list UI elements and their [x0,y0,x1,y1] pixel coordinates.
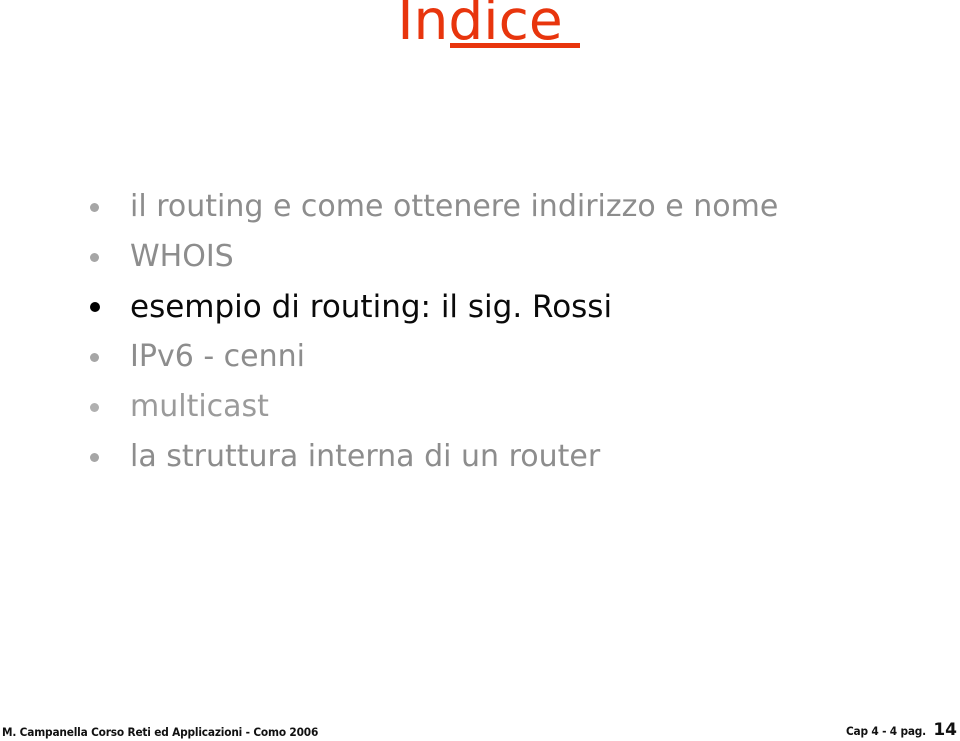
list-item: la struttura interna di un router [88,436,918,486]
list-item-label: IPv6 - cenni [130,339,305,374]
footer-attribution: M. Campanella Corso Reti ed Applicazioni… [2,725,319,739]
list-item-label: WHOIS [130,239,234,274]
list-item-label: la struttura interna di un router [130,439,601,474]
footer-chapter-label: Cap 4 - 4 pag. [846,724,927,738]
bullet-dot-icon [88,386,130,428]
title-underline-rule [450,43,580,48]
footer-page-number: 14 [933,720,957,740]
slide-canvas: Indice il routing e come ottenere indiri… [0,0,960,741]
list-item: multicast [88,386,918,436]
list-item-label: multicast [130,389,269,424]
list-item: WHOIS [88,236,918,286]
list-item-label: il routing e come ottenere indirizzo e n… [130,189,779,224]
footer-page-info: Cap 4 - 4 pag. 14 [839,722,957,739]
bullet-dot-icon [88,336,130,378]
bullet-dot-icon [88,436,130,478]
slide-footer: M. Campanella Corso Reti ed Applicazioni… [0,707,960,741]
list-item: IPv6 - cenni [88,336,918,386]
bullet-dot-icon [88,236,130,278]
list-item-label: esempio di routing: il sig. Rossi [130,289,613,325]
list-item: esempio di routing: il sig. Rossi [88,286,918,336]
list-item: il routing e come ottenere indirizzo e n… [88,186,918,236]
bullet-dot-icon [88,186,130,228]
bullet-list: il routing e come ottenere indirizzo e n… [88,186,918,486]
bullet-dot-icon [88,286,130,328]
